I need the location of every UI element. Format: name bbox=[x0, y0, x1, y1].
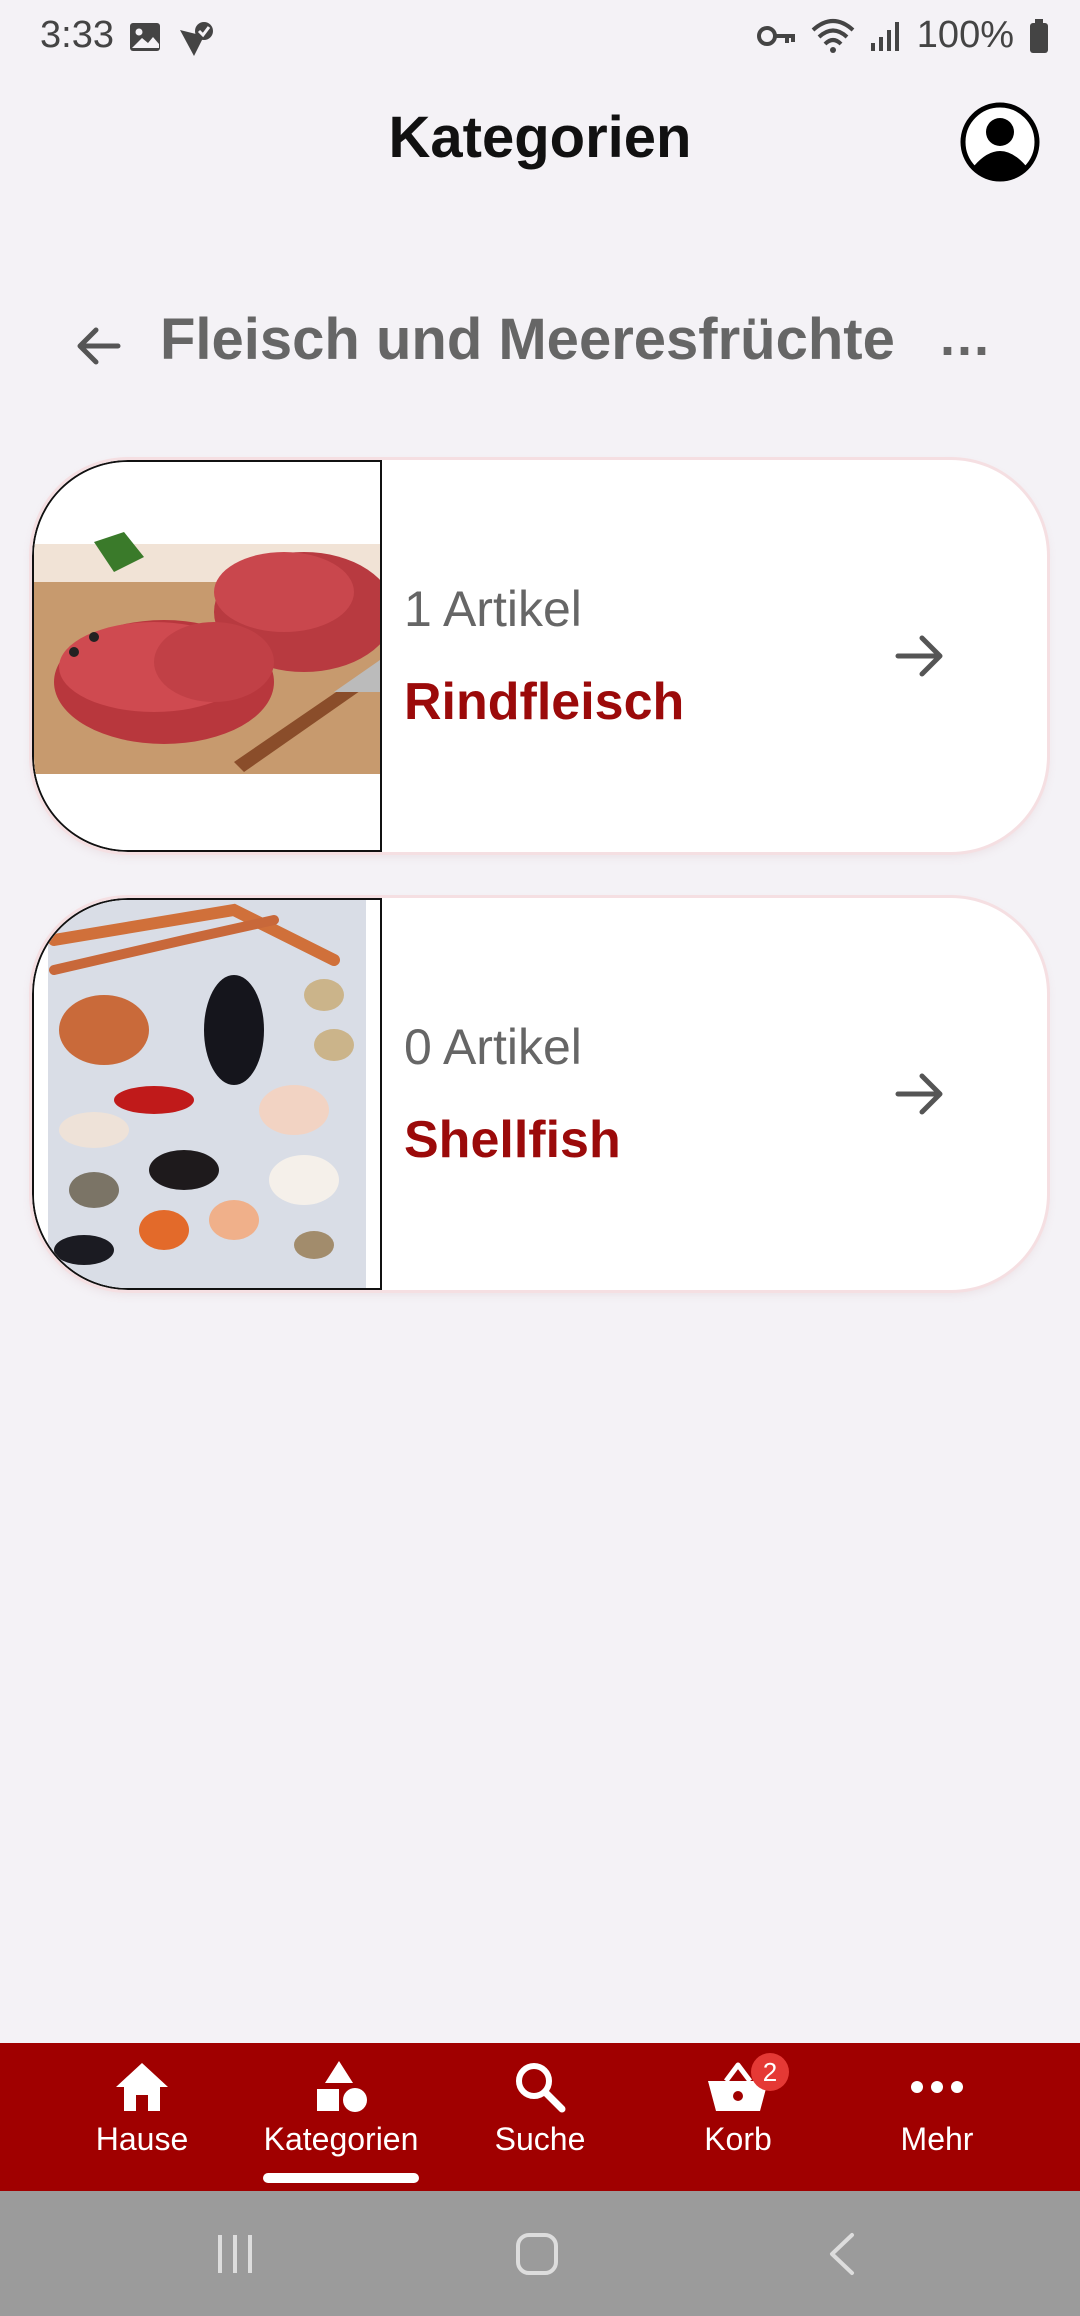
nav-label: Mehr bbox=[900, 2121, 974, 2157]
battery-icon bbox=[1030, 18, 1048, 53]
basket-badge: 2 bbox=[751, 2053, 789, 2091]
nav-label: Hause bbox=[95, 2121, 189, 2157]
category-header: Fleisch und Meeresfrüchte ... bbox=[0, 300, 1080, 390]
vpn-key-icon bbox=[756, 25, 795, 46]
arrow-right-icon[interactable] bbox=[890, 1064, 950, 1124]
more-icon bbox=[911, 2081, 963, 2093]
nav-item-suche[interactable]: Suche bbox=[450, 2059, 630, 2191]
category-item-count: 1 Artikel bbox=[404, 581, 582, 637]
page-title: Kategorien bbox=[388, 105, 692, 170]
nav-label: Korb bbox=[704, 2121, 772, 2157]
nav-label: Suche bbox=[494, 2121, 586, 2157]
back-button-icon[interactable] bbox=[820, 2231, 866, 2277]
category-item-count: 0 Artikel bbox=[404, 1019, 582, 1075]
search-icon bbox=[516, 2063, 566, 2113]
category-card-rindfleisch[interactable]: 1 Artikel Rindfleisch bbox=[32, 460, 1047, 852]
app-header: Kategorien bbox=[0, 90, 1080, 190]
nav-label: Kategorien bbox=[263, 2121, 419, 2157]
nav-item-hause[interactable]: Hause bbox=[52, 2059, 232, 2191]
home-icon bbox=[116, 2063, 168, 2111]
category-name: Shellfish bbox=[404, 1111, 621, 1169]
category-name: Rindfleisch bbox=[404, 673, 685, 731]
nav-item-kategorien[interactable]: Kategorien bbox=[251, 2059, 431, 2191]
status-bar: 3:33 100% bbox=[0, 0, 1080, 82]
status-notification-icons bbox=[128, 20, 216, 60]
wifi-icon bbox=[811, 18, 855, 53]
home-button-icon[interactable] bbox=[514, 2231, 560, 2277]
gallery-notification-icon bbox=[130, 23, 160, 51]
profile-icon[interactable] bbox=[960, 102, 1040, 182]
category-title: Fleisch und Meeresfrüchte bbox=[160, 307, 895, 372]
nav-item-mehr[interactable]: Mehr bbox=[847, 2059, 1027, 2191]
system-navigation-bar bbox=[0, 2191, 1080, 2316]
status-system-icons: 100% bbox=[756, 14, 1050, 57]
back-arrow-icon[interactable] bbox=[70, 318, 126, 374]
verified-notification-icon bbox=[180, 22, 213, 56]
status-time: 3:33 bbox=[40, 14, 114, 56]
nav-item-korb[interactable]: 2 Korb bbox=[648, 2053, 828, 2191]
shellfish-image bbox=[32, 898, 382, 1290]
categories-icon bbox=[317, 2061, 367, 2112]
bottom-navigation: Hause Kategorien Suche 2 Korb Mehr bbox=[0, 2043, 1080, 2191]
battery-percent: 100% bbox=[916, 14, 1014, 56]
category-card-shellfish[interactable]: 0 Artikel Shellfish bbox=[32, 898, 1047, 1290]
beef-image bbox=[32, 460, 382, 852]
more-options-button[interactable]: ... bbox=[940, 306, 991, 368]
arrow-right-icon[interactable] bbox=[890, 626, 950, 686]
signal-icon bbox=[870, 21, 899, 51]
active-tab-indicator bbox=[263, 2173, 419, 2183]
recent-apps-icon[interactable] bbox=[212, 2231, 258, 2277]
